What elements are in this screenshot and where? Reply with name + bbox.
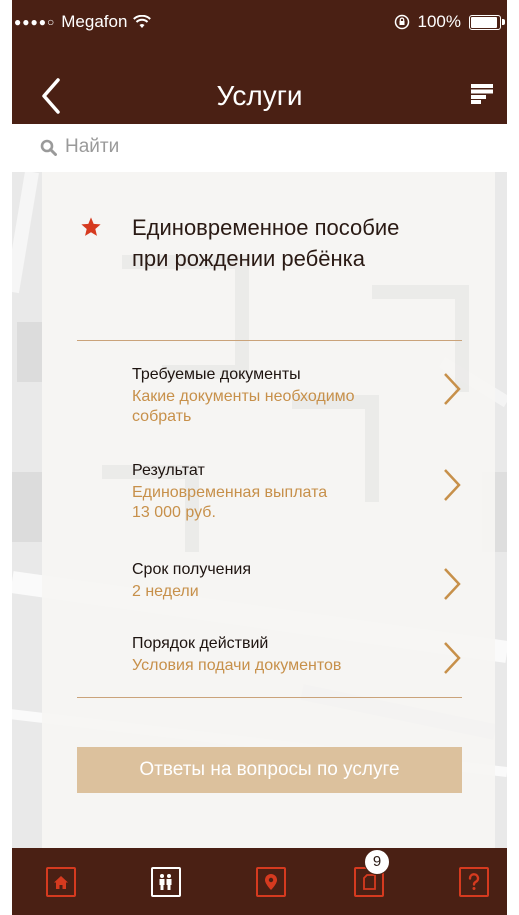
tab-queue[interactable] xyxy=(151,867,181,897)
home-icon xyxy=(54,875,68,889)
item-value: Единовременная выплата 13 000 руб. xyxy=(132,483,402,523)
item-value-line-1: Единовременная выплата xyxy=(132,484,328,501)
wifi-icon xyxy=(133,15,152,28)
item-label: Результат xyxy=(132,462,205,479)
chevron-right-icon xyxy=(444,642,461,674)
battery-icon xyxy=(469,14,505,30)
queue-icon xyxy=(159,874,172,890)
notification-badge: 9 xyxy=(364,849,390,875)
item-value-line-1: Какие документы необходимо xyxy=(132,388,355,405)
search-input[interactable] xyxy=(65,136,365,158)
documents-icon xyxy=(363,874,376,890)
divider-bottom xyxy=(77,697,462,698)
chevron-right-icon xyxy=(444,469,461,501)
chevron-right-icon xyxy=(444,373,461,405)
divider-top xyxy=(77,340,462,341)
item-value: 2 недели xyxy=(132,582,402,602)
tab-map[interactable] xyxy=(256,867,286,897)
service-title-line-2: при рождении ребёнка xyxy=(132,246,365,271)
service-item-term[interactable]: Срок получения 2 недели xyxy=(77,561,462,605)
page-title: Услуги xyxy=(216,80,303,111)
item-label: Требуемые документы xyxy=(132,366,301,383)
chevron-right-icon xyxy=(444,568,461,600)
item-label: Порядок действий xyxy=(132,635,269,652)
service-title-line-1: Единовременное пособие xyxy=(132,215,400,240)
rotation-lock-icon xyxy=(394,14,409,30)
tab-home[interactable] xyxy=(46,867,76,897)
faq-button[interactable]: Ответы на вопросы по услуге xyxy=(77,747,462,793)
battery-percent: 100% xyxy=(417,12,461,31)
item-label: Срок получения xyxy=(132,561,252,578)
tab-help[interactable] xyxy=(459,867,489,897)
list-menu-button[interactable] xyxy=(471,84,493,104)
help-icon xyxy=(468,873,480,890)
nav-bar: Услуги xyxy=(12,60,507,124)
header: ●●●●○ Megafon 100% Услуги xyxy=(12,0,507,124)
tab-bar xyxy=(12,848,507,915)
item-value-line-1: Условия подачи документов xyxy=(132,657,342,674)
favorite-star-icon[interactable] xyxy=(80,216,102,238)
carrier-name: Megafon xyxy=(61,12,128,31)
item-value-line-2: собрать xyxy=(132,408,192,425)
service-item-documents[interactable]: Требуемые документы Какие документы необ… xyxy=(77,366,462,430)
signal-strength: ●●●●○ xyxy=(14,15,56,29)
search-bar xyxy=(12,124,507,172)
service-item-procedure[interactable]: Порядок действий Условия подачи документ… xyxy=(77,635,462,679)
service-item-result[interactable]: Результат Единовременная выплата 13 000 … xyxy=(77,462,462,526)
item-value-line-2: 13 000 руб. xyxy=(132,504,216,521)
item-value-line-1: 2 недели xyxy=(132,583,199,600)
map-pin-icon xyxy=(265,874,277,890)
item-value: Какие документы необходимо собрать xyxy=(132,387,402,427)
search-icon xyxy=(40,139,57,156)
item-value: Условия подачи документов xyxy=(132,656,402,676)
service-title: Единовременное пособие при рождении ребё… xyxy=(132,212,452,274)
list-icon xyxy=(471,84,493,104)
status-bar: ●●●●○ Megafon 100% xyxy=(12,10,507,34)
